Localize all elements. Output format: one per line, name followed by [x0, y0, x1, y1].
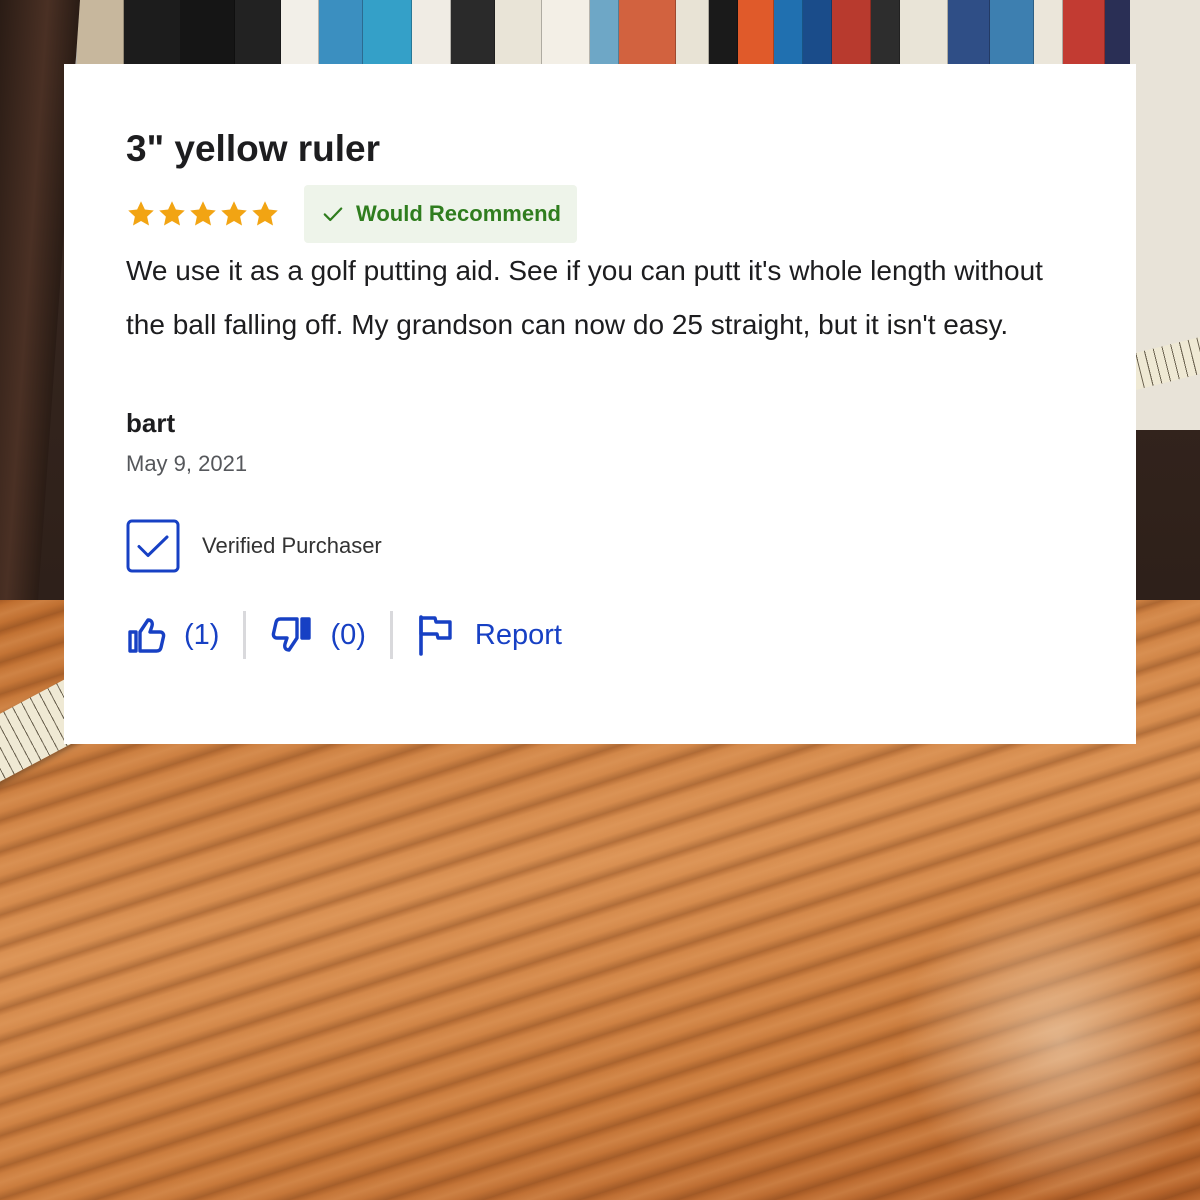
- would-recommend-label: Would Recommend: [356, 201, 561, 226]
- review-title-container: 3" yellow ruler: [126, 128, 380, 170]
- helpful-count: (1): [184, 618, 220, 651]
- report-label: Report: [474, 618, 562, 651]
- review-date: May 9, 2021: [126, 451, 248, 476]
- star-icon: [221, 201, 247, 226]
- background-photo: 3" yellow ruler Would Recommend We use i…: [0, 0, 1200, 1200]
- star-icon: [128, 201, 154, 226]
- star-icon: [252, 201, 278, 226]
- checkbox-checked-icon: [126, 519, 180, 573]
- would-recommend-badge: Would Recommend: [304, 185, 577, 243]
- report-button[interactable]: Report: [417, 614, 562, 656]
- verified-purchaser: Verified Purchaser: [126, 519, 382, 573]
- flag-icon: [419, 615, 452, 656]
- star-rating: [126, 199, 280, 229]
- review-card: 3" yellow ruler Would Recommend We use i…: [64, 64, 1136, 744]
- action-divider: [389, 611, 393, 659]
- review-title: 3" yellow ruler: [126, 128, 381, 169]
- review-text: We use it as a golf putting aid. See if …: [126, 255, 1043, 340]
- unhelpful-count: (0): [330, 618, 366, 651]
- reviewer-name: bart: [126, 408, 176, 438]
- thumbs-down-icon: [272, 617, 312, 652]
- rating-row: Would Recommend: [126, 185, 577, 243]
- star-icon: [190, 201, 216, 226]
- star-icon: [159, 201, 185, 226]
- action-divider: [243, 611, 247, 659]
- unhelpful-button[interactable]: (0): [270, 616, 366, 654]
- checkmark-icon: [323, 207, 343, 222]
- verified-purchaser-label: Verified Purchaser: [202, 533, 382, 558]
- thumbs-up-icon: [128, 618, 166, 653]
- helpful-button[interactable]: (1): [126, 616, 219, 654]
- floor-light-reflection: [900, 880, 1200, 1200]
- review-actions: (1) (0) Report: [126, 610, 562, 660]
